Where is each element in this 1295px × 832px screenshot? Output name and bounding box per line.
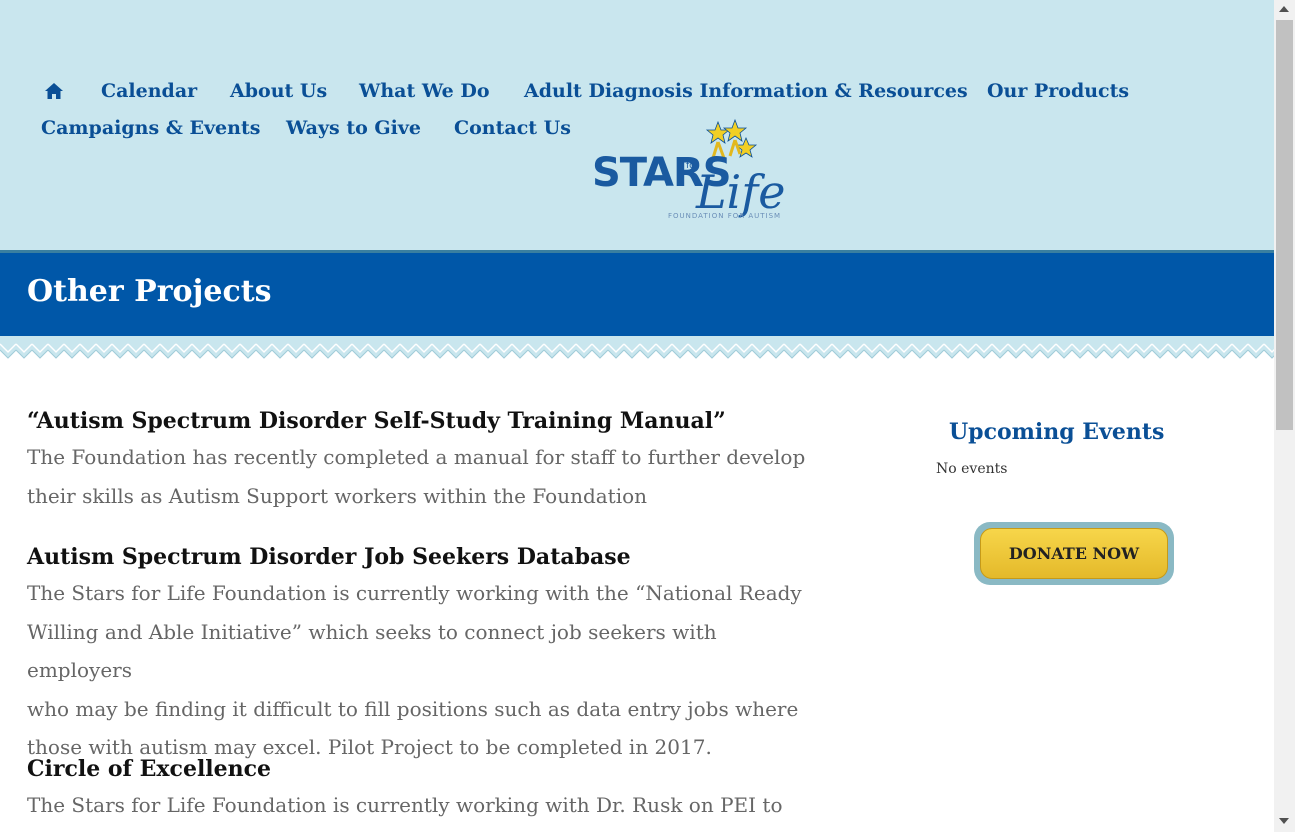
upcoming-events-title: Upcoming Events [949,419,1165,445]
nav-contact-us[interactable]: Contact Us [454,117,571,139]
article-body: The Stars for Life Foundation is current… [27,574,817,767]
zigzag-divider [0,336,1274,366]
nav-about-us[interactable]: About Us [230,80,327,102]
article-line: The Stars for Life Foundation is current… [27,581,802,605]
article-line: their skills as Autism Support workers w… [27,483,648,508]
donate-now-button[interactable]: DONATE NOW [980,528,1168,579]
scroll-up-arrow-icon[interactable] [1279,6,1289,12]
nav-what-we-do[interactable]: What We Do [359,80,490,102]
nav-ways-to-give[interactable]: Ways to Give [286,117,421,139]
site-logo[interactable]: STARS for Life FOUNDATION FOR AUTISM [590,118,820,224]
article-line: The Stars for Life Foundation is current… [27,793,783,817]
article-title: “Autism Spectrum Disorder Self-Study Tra… [27,408,726,434]
article-job-seekers: Autism Spectrum Disorder Job Seekers Dat… [27,544,817,767]
article-line: The Foundation has recently completed a … [27,445,806,469]
article-training-manual: “Autism Spectrum Disorder Self-Study Tra… [27,408,817,515]
nav-calendar[interactable]: Calendar [101,80,197,102]
article-title: Circle of Excellence [27,756,272,782]
article-title: Autism Spectrum Disorder Job Seekers Dat… [27,544,631,570]
nav-adult-diagnosis[interactable]: Adult Diagnosis Information & Resources [524,80,968,102]
site-header: Calendar About Us What We Do Adult Diagn… [0,0,1274,250]
vertical-scrollbar[interactable] [1274,0,1295,832]
donate-button-frame: DONATE NOW [974,522,1174,585]
article-circle-excellence: Circle of Excellence The Stars for Life … [27,756,817,825]
article-line: who may be finding it difficult to fill … [27,696,799,721]
nav-our-products[interactable]: Our Products [987,80,1129,102]
article-body: The Stars for Life Foundation is current… [27,786,817,825]
article-line: Willing and Able Initiative” which seeks… [27,619,717,683]
scroll-down-arrow-icon[interactable] [1279,818,1289,824]
home-icon[interactable] [44,82,64,100]
scrollbar-thumb[interactable] [1276,20,1293,430]
svg-text:Life: Life [695,165,786,219]
svg-text:FOUNDATION FOR AUTISM: FOUNDATION FOR AUTISM [668,212,781,220]
no-events-text: No events [936,461,1008,477]
nav-campaigns-events[interactable]: Campaigns & Events [41,117,260,139]
page-title: Other Projects [27,274,272,309]
article-body: The Foundation has recently completed a … [27,438,817,515]
